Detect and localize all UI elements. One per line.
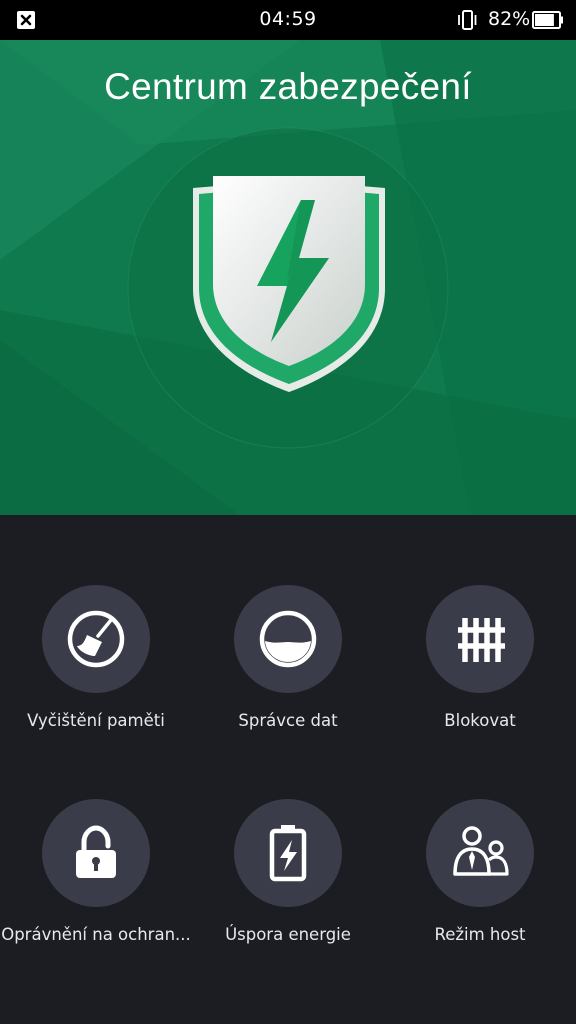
feature-label: Režim host	[434, 925, 526, 944]
vibrate-icon	[458, 10, 477, 30]
broom-clean-icon	[67, 610, 125, 668]
shield-lightning-icon[interactable]	[183, 176, 395, 400]
feature-button[interactable]	[426, 799, 534, 907]
feature-label: Oprávnění na ochran...	[1, 925, 191, 944]
fence-block-icon	[458, 618, 505, 662]
feature-energy-saving[interactable]: Úspora energie	[192, 729, 384, 944]
battery-percent: 82%	[488, 8, 531, 30]
feature-button[interactable]	[234, 799, 342, 907]
feature-button[interactable]	[42, 799, 150, 907]
feature-label: Správce dat	[238, 711, 338, 730]
page-title: Centrum zabezpečení	[104, 66, 472, 107]
feature-button[interactable]	[234, 585, 342, 693]
feature-protection-permissions[interactable]: Oprávnění na ochran...	[0, 729, 192, 944]
feature-label: Úspora energie	[225, 925, 351, 944]
feature-grid: Vyčištění paměti Správce dat Blokovat Op…	[0, 515, 576, 1024]
status-bar: 04:59 82%	[0, 0, 576, 40]
data-gauge-icon	[259, 610, 317, 668]
feature-label: Blokovat	[444, 711, 516, 730]
security-hero: Centrum zabezpečení	[0, 40, 576, 515]
feature-button[interactable]	[426, 585, 534, 693]
battery-saver-icon	[269, 825, 307, 882]
feature-guest-mode[interactable]: Režim host	[384, 729, 576, 944]
guest-users-icon	[453, 826, 509, 876]
feature-label: Vyčištění paměti	[27, 711, 165, 730]
feature-block[interactable]: Blokovat	[384, 515, 576, 730]
feature-data-manager[interactable]: Správce dat	[192, 515, 384, 730]
feature-memory-cleanup[interactable]: Vyčištění paměti	[0, 515, 192, 730]
padlock-icon	[76, 825, 116, 878]
battery-icon	[532, 11, 563, 29]
feature-button[interactable]	[42, 585, 150, 693]
